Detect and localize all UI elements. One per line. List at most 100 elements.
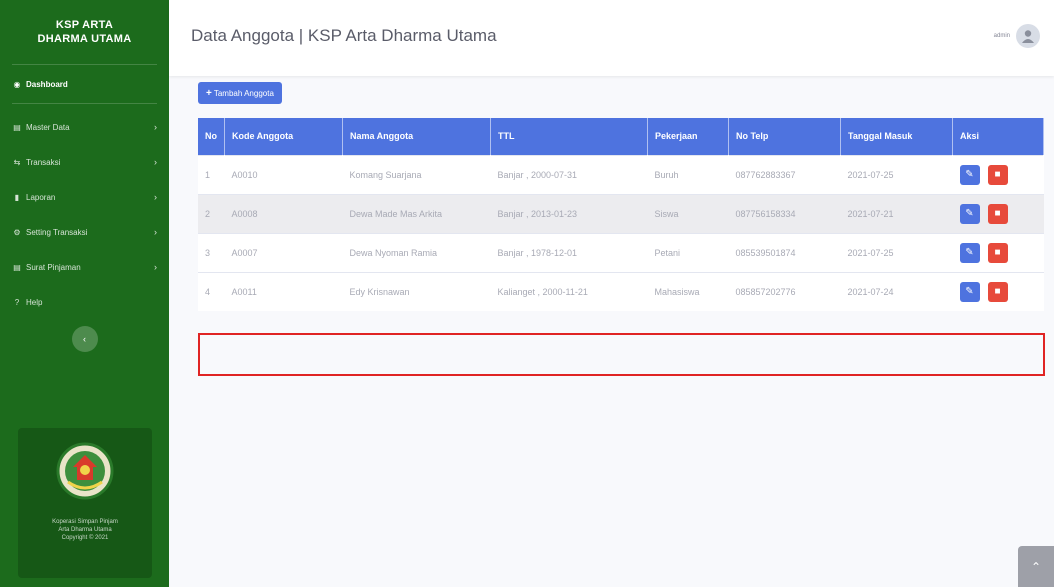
page-title: Data Anggota | KSP Arta Dharma Utama: [191, 26, 497, 45]
database-icon: ▤: [13, 122, 21, 132]
cell-aksi: ✎ ■: [952, 193, 1044, 233]
cell-pekerjaan: Buruh: [647, 154, 729, 194]
chart-icon: ▮: [14, 192, 20, 202]
cell-aksi: ✎ ■: [952, 154, 1044, 194]
sidebar-item-label: Transaksi: [26, 157, 61, 167]
scroll-to-top-button[interactable]: ⌃: [1018, 546, 1054, 587]
table-row: 4 A0011 Edy Krisnawan Kalianget , 2000-1…: [198, 271, 1044, 311]
avatar[interactable]: [1016, 24, 1040, 48]
col-tanggal-masuk[interactable]: Tanggal Masuk: [840, 118, 953, 155]
cell-kode: A0010: [224, 154, 343, 194]
cell-tanggal: 2021-07-24: [840, 271, 953, 311]
topbar: Data Anggota | KSP Arta Dharma Utama adm…: [169, 0, 1054, 76]
col-ttl[interactable]: TTL: [490, 118, 648, 155]
col-no-telp[interactable]: No Telp: [728, 118, 841, 155]
chevron-up-icon: ⌃: [1030, 559, 1042, 574]
file-icon: ▤: [13, 262, 21, 272]
cell-ttl: Kalianget , 2000-11-21: [490, 271, 648, 311]
sidebar-toggle-button[interactable]: ‹: [71, 326, 98, 352]
cell-tanggal: 2021-07-21: [840, 193, 953, 233]
sidebar-item-transaksi[interactable]: ⇆ Transaksi ›: [0, 150, 169, 174]
cell-pekerjaan: Siswa: [647, 193, 729, 233]
sidebar-brand-card: Koperasi Simpan Pinjam Arta Dharma Utama…: [18, 428, 152, 578]
cell-ttl: Banjar , 2013-01-23: [490, 193, 648, 233]
col-no[interactable]: No: [198, 118, 225, 155]
trash-icon: ■: [994, 208, 1001, 219]
sidebar-item-label: Setting Transaksi: [26, 227, 88, 237]
cell-telp: 087756158334: [728, 193, 841, 233]
question-icon: ?: [14, 297, 20, 307]
cell-nama: Edy Krisnawan: [342, 271, 491, 311]
cell-kode: A0007: [224, 232, 343, 272]
cell-nama: Dewa Made Mas Arkita: [342, 193, 491, 233]
trash-icon: ■: [994, 286, 1001, 298]
sidebar-item-label: Dashboard: [26, 79, 68, 89]
table-row: 3 A0007 Dewa Nyoman Ramia Banjar , 1978-…: [198, 232, 1044, 272]
chevron-right-icon: ›: [154, 122, 157, 132]
cell-kode: A0011: [224, 271, 343, 311]
delete-button[interactable]: ■: [987, 164, 1008, 185]
cell-tanggal: 2021-07-25: [840, 154, 953, 194]
cooperative-logo: [56, 442, 114, 500]
user-icon: [1022, 30, 1034, 43]
cell-tanggal: 2021-07-25: [840, 232, 953, 272]
gear-icon: ⚙: [13, 227, 21, 237]
brand[interactable]: KSP ARTA DHARMA UTAMA: [0, 0, 169, 64]
edit-icon: ✎: [965, 247, 974, 258]
chevron-right-icon: ›: [154, 262, 157, 272]
chevron-right-icon: ›: [154, 192, 157, 202]
sidebar-item-master-data[interactable]: ▤ Master Data ›: [0, 115, 169, 139]
footer-line1: Koperasi Simpan Pinjam: [52, 519, 118, 525]
cell-nama: Komang Suarjana: [342, 154, 491, 194]
dashboard-icon: ◉: [13, 79, 21, 89]
cell-aksi: ✎ ■: [952, 232, 1044, 272]
add-member-label: Tambah Anggota: [213, 88, 274, 98]
col-pekerjaan[interactable]: Pekerjaan: [647, 118, 729, 155]
exchange-icon: ⇆: [13, 157, 21, 167]
edit-button[interactable]: ✎: [959, 203, 980, 224]
members-table: No Kode Anggota Nama Anggota TTL Pekerja…: [198, 118, 1044, 311]
user-name[interactable]: admin: [994, 33, 1010, 39]
cell-no: 4: [198, 271, 225, 311]
delete-button[interactable]: ■: [987, 203, 1008, 224]
sidebar-item-laporan[interactable]: ▮ Laporan ›: [0, 185, 169, 209]
cell-kode: A0008: [224, 193, 343, 233]
cell-nama: Dewa Nyoman Ramia: [342, 232, 491, 272]
cell-no: 2: [198, 193, 225, 233]
brand-line2: DHARMA UTAMA: [37, 33, 132, 45]
col-nama-anggota[interactable]: Nama Anggota: [342, 118, 491, 155]
footer-line2: Arta Dharma Utama: [58, 527, 112, 533]
cell-no: 3: [198, 232, 225, 272]
table-row: 2 A0008 Dewa Made Mas Arkita Banjar , 20…: [198, 193, 1044, 233]
add-member-button[interactable]: + Tambah Anggota: [198, 82, 282, 104]
cell-pekerjaan: Petani: [647, 232, 729, 272]
cell-aksi: ✎ ■: [952, 271, 1044, 311]
cell-ttl: Banjar , 1978-12-01: [490, 232, 648, 272]
chevron-left-icon: ‹: [83, 334, 86, 344]
cell-pekerjaan: Mahasiswa: [647, 271, 729, 311]
cell-ttl: Banjar , 2000-07-31: [490, 154, 648, 194]
cell-no: 1: [198, 154, 225, 194]
delete-button[interactable]: ■: [987, 242, 1008, 263]
edit-button[interactable]: ✎: [959, 164, 980, 185]
sidebar-item-surat-pinjaman[interactable]: ▤ Surat Pinjaman ›: [0, 255, 169, 279]
delete-button[interactable]: ■: [987, 281, 1008, 302]
sidebar-item-label: Surat Pinjaman: [26, 262, 81, 272]
col-kode-anggota[interactable]: Kode Anggota: [224, 118, 343, 155]
sidebar: KSP ARTA DHARMA UTAMA ◉ Dashboard ▤ Mast…: [0, 0, 169, 587]
edit-button[interactable]: ✎: [959, 281, 980, 302]
sidebar-item-label: Laporan: [26, 192, 56, 202]
col-aksi: Aksi: [952, 118, 1044, 155]
cell-telp: 085539501874: [728, 232, 841, 272]
table-row: 1 A0010 Komang Suarjana Banjar , 2000-07…: [198, 154, 1044, 194]
sidebar-item-help[interactable]: ? Help: [0, 290, 169, 314]
user-menu[interactable]: admin: [994, 24, 1040, 48]
cell-telp: 085857202776: [728, 271, 841, 311]
sidebar-item-setting-transaksi[interactable]: ⚙ Setting Transaksi ›: [0, 220, 169, 244]
edit-icon: ✎: [965, 169, 974, 180]
edit-button[interactable]: ✎: [959, 242, 980, 263]
sidebar-item-label: Help: [26, 297, 43, 307]
sidebar-item-dashboard[interactable]: ◉ Dashboard: [0, 65, 169, 103]
sidebar-item-label: Master Data: [26, 122, 70, 132]
trash-icon: ■: [994, 247, 1001, 258]
